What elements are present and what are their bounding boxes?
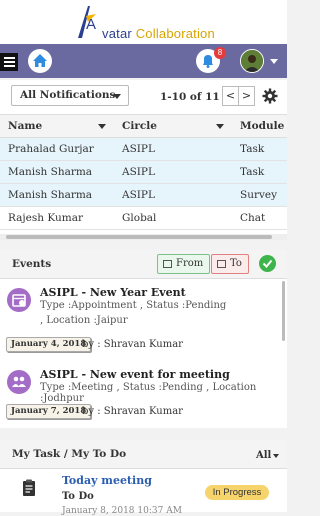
table-row[interactable]: Prahalad Gurjar ASIPL Task: [0, 137, 287, 161]
table-header-row: Name Circle Module: [0, 114, 287, 138]
user-menu-chevron-down-icon[interactable]: [270, 59, 278, 64]
event-author: by : Shravan Kumar: [82, 339, 183, 350]
menu-icon[interactable]: [0, 53, 18, 71]
notification-count-badge: 8: [214, 47, 226, 59]
table-row[interactable]: Manish Sharma ASIPL Task: [0, 160, 287, 184]
logo-text: vatar Collaboration: [102, 26, 215, 41]
from-date-button[interactable]: From: [157, 254, 211, 274]
table-row[interactable]: Rajesh Kumar Global Chat: [0, 206, 287, 230]
user-avatar[interactable]: [240, 49, 264, 73]
event-date-tag: January 4, 2018: [6, 337, 92, 352]
notifications-table: Name Circle Module Prahalad Gurjar ASIPL…: [0, 114, 287, 230]
tasks-header: My Task / My To Do All: [0, 440, 287, 469]
pagination-info: 1-10 of 11: [160, 91, 220, 103]
task-status-badge: In Progress: [205, 485, 269, 500]
app-logo: A vatar Collaboration: [0, 0, 287, 44]
sort-chevron-down-icon: [216, 124, 224, 129]
check-icon: [262, 259, 273, 268]
tasks-panel: My Task / My To Do All Today meeting To …: [0, 440, 287, 516]
event-item[interactable]: ASIPL - New event for meeting Type :Meet…: [0, 362, 287, 444]
user-photo-icon: [241, 50, 263, 72]
horizontal-scrollbar[interactable]: [0, 234, 287, 240]
cell-name: Rajesh Kumar: [0, 206, 114, 230]
meeting-people-icon: [7, 370, 31, 394]
events-panel: Events From To ASIPL - New Year Event Ty…: [0, 250, 287, 428]
event-item[interactable]: ASIPL - New Year Event Type :Appointment…: [0, 280, 287, 362]
home-icon: [33, 54, 47, 67]
chevron-down-icon: [273, 453, 280, 458]
cell-circle: ASIPL: [114, 160, 232, 184]
next-page-button[interactable]: >: [238, 86, 255, 106]
column-header-name[interactable]: Name: [0, 114, 114, 138]
cell-module: Survey: [232, 183, 287, 207]
cell-circle: ASIPL: [114, 137, 232, 161]
tasks-title: My Task / My To Do: [12, 448, 127, 460]
table-row[interactable]: Manish Sharma ASIPL Survey: [0, 183, 287, 207]
event-title[interactable]: ASIPL - New event for meeting: [40, 368, 230, 381]
appointment-calendar-icon: [7, 288, 31, 312]
cell-name: Manish Sharma: [0, 160, 114, 184]
task-title[interactable]: Today meeting: [62, 474, 152, 487]
cell-module: Task: [232, 137, 287, 161]
apply-filter-button[interactable]: [259, 255, 276, 272]
vertical-scrollbar[interactable]: [282, 281, 285, 341]
event-date-tag: January 7, 2018: [6, 404, 92, 419]
events-title: Events: [12, 258, 52, 270]
event-author: by : Shravan Kumar: [82, 406, 183, 417]
cell-name: Prahalad Gurjar: [0, 137, 114, 161]
home-button[interactable]: [28, 49, 52, 73]
cell-circle: Global: [114, 206, 232, 230]
task-filter-select[interactable]: All: [256, 450, 280, 461]
gear-icon[interactable]: [262, 88, 278, 104]
top-navbar: 8: [0, 44, 287, 78]
cell-module: Task: [232, 160, 287, 184]
sort-chevron-down-icon: [98, 124, 106, 129]
column-header-circle[interactable]: Circle: [114, 114, 232, 138]
calendar-icon: [163, 260, 172, 268]
clipboard-task-icon: [23, 479, 35, 496]
column-header-module[interactable]: Module: [232, 114, 287, 138]
events-header: Events From To: [0, 250, 287, 279]
task-type: To Do: [62, 491, 94, 502]
calendar-icon: [217, 260, 226, 268]
notification-filter-value: All Notifications: [20, 89, 116, 101]
notification-filter-select[interactable]: All Notifications: [11, 85, 129, 106]
to-date-button[interactable]: To: [211, 254, 249, 274]
event-meta: Type :Meeting , Status :Pending , Locati…: [40, 382, 257, 404]
event-title[interactable]: ASIPL - New Year Event: [40, 286, 186, 299]
chevron-down-icon: [113, 94, 121, 99]
cell-module: Chat: [232, 206, 287, 230]
logo-letter: A: [86, 16, 97, 33]
task-timestamp: January 8, 2018 10:37 AM: [62, 506, 182, 516]
event-location: , Location :Jaipur: [40, 315, 128, 326]
notifications-panel: All Notifications 1-10 of 11 < > Name Ci…: [0, 80, 287, 240]
cell-name: Manish Sharma: [0, 183, 114, 207]
cell-circle: ASIPL: [114, 183, 232, 207]
prev-page-button[interactable]: <: [222, 86, 239, 106]
event-meta: Type :Appointment , Status :Pending: [40, 300, 227, 311]
scrollbar-thumb[interactable]: [6, 235, 272, 239]
